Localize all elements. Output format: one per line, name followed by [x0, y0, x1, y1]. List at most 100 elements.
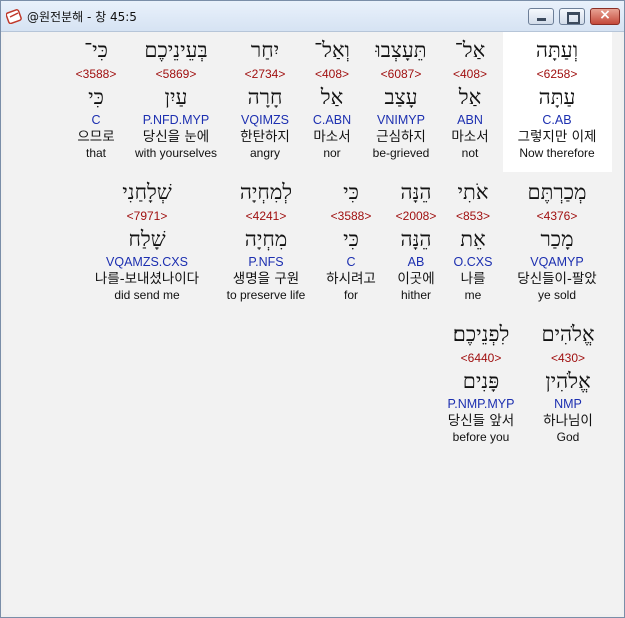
strong-number: <853>	[455, 209, 491, 223]
parsing-code: C.AB	[542, 113, 572, 127]
english-gloss: not	[461, 146, 479, 160]
english-gloss: for	[343, 288, 358, 302]
english-gloss: that	[85, 146, 106, 160]
bible-app-icon	[6, 9, 22, 24]
strong-number: <3588>	[330, 209, 372, 223]
parsing-code: VQAMZS.CXS	[106, 255, 188, 269]
word-column[interactable]: יִחַר <2734> חָרָה VQIMZS 한탄하지 angry	[234, 37, 296, 161]
parsing-code: P.NFS	[248, 255, 284, 269]
english-gloss: angry	[249, 146, 281, 160]
strong-number: <6258>	[536, 67, 578, 81]
english-gloss: with yourselves	[134, 146, 218, 160]
english-gloss: hither	[400, 288, 432, 302]
korean-gloss: 당신들이-팔았	[517, 271, 597, 287]
korean-gloss: 당신들 앞서	[447, 413, 515, 429]
close-button[interactable]: ×	[590, 7, 620, 25]
strong-number: <408>	[314, 67, 350, 81]
word-column[interactable]: לִפְנֵיכֶם׃ <6440> פָּנִים P.NMP.MYP 당신들…	[436, 321, 526, 445]
maximize-icon	[567, 12, 580, 24]
english-gloss: Now therefore	[519, 146, 595, 160]
korean-gloss: 으므로	[77, 129, 115, 145]
parsing-code: AB	[407, 255, 425, 269]
word-column[interactable]: אַל־ <408> אַל ABN 마소서 not	[445, 37, 495, 161]
strong-number: <4241>	[245, 209, 287, 223]
strong-number: <5869>	[155, 67, 197, 81]
korean-gloss: 하시려고	[326, 271, 376, 287]
hebrew-word: אַל־	[454, 38, 486, 62]
lexical-form: אֱלֹהִין	[545, 369, 591, 393]
korean-gloss: 그렇지만 이제	[517, 129, 597, 145]
parsing-code: NMP	[554, 397, 582, 411]
word-column[interactable]: כִּי־ <3588> כִּי C 으므로 that	[68, 37, 124, 161]
korean-gloss: 마소서	[313, 129, 351, 145]
korean-gloss: 하나님이	[543, 413, 593, 429]
app-window: @원전분해 - 창 45:5 × וְעַתָּה <6258> עַתָּה …	[0, 0, 625, 618]
word-column[interactable]: שְׁלָחַנִי <7971> שָׁלַח VQAMZS.CXS 나를-보…	[80, 179, 214, 303]
hebrew-word: לִפְנֵיכֶם׃	[452, 322, 510, 346]
minimize-icon	[537, 18, 546, 21]
parsing-code: C	[346, 255, 356, 269]
english-gloss: be-grieved	[372, 146, 430, 160]
word-column[interactable]: מְכַרְתֶּם <4376> מָכַר VQAMYP 당신들이-팔았 y…	[509, 179, 605, 303]
korean-gloss: 당신을 눈에	[142, 129, 210, 145]
hebrew-word: מְכַרְתֶּם	[527, 180, 587, 204]
strong-number: <6087>	[380, 67, 422, 81]
english-gloss: before you	[452, 430, 510, 444]
word-column[interactable]: כִּי <3588> כִּי C 하시려고 for	[318, 179, 384, 303]
korean-gloss: 생명을 구원	[232, 271, 300, 287]
lexical-form: אַל	[458, 85, 482, 109]
strong-number: <2008>	[395, 209, 437, 223]
hebrew-word: כִּי־	[84, 38, 108, 62]
korean-gloss: 나를	[460, 271, 486, 287]
korean-gloss: 마소서	[451, 129, 489, 145]
title-bar[interactable]: @원전분해 - 창 45:5 ×	[1, 1, 624, 32]
strong-number: <7971>	[126, 209, 168, 223]
korean-gloss: 이곳에	[397, 271, 435, 287]
lexical-form: עַיִן	[164, 85, 188, 109]
hebrew-word: כִּי	[343, 180, 359, 204]
window-title: @원전분해 - 창 45:5	[27, 10, 137, 24]
parsing-code: C.ABN	[312, 113, 352, 127]
hebrew-word: אֱלֹהִים	[541, 322, 595, 346]
english-gloss: God	[556, 430, 580, 444]
word-column[interactable]: אֹתִי <853> אֵת O.CXS 나를 me	[450, 179, 496, 303]
lexical-form: כִּי	[88, 85, 104, 109]
interlinear-panel: וְעַתָּה <6258> עַתָּה C.AB 그렇지만 이제 Now …	[4, 32, 621, 614]
english-gloss: ye sold	[537, 288, 577, 302]
word-column[interactable]: בְּעֵינֵיכֶם <5869> עַיִן P.NFD.MYP 당신을 …	[130, 37, 222, 161]
parsing-code: VNIMYP	[377, 113, 425, 127]
minimize-button[interactable]	[528, 8, 554, 25]
lexical-form: כִּי	[343, 227, 359, 251]
hebrew-word: לְמִחְיָה	[239, 180, 293, 204]
lexical-form: מִחְיָה	[244, 227, 288, 251]
hebrew-word: תֵּעָצְבוּ	[375, 38, 427, 62]
lexical-form: עַתָּה	[538, 85, 576, 109]
parsing-code: O.CXS	[453, 255, 493, 269]
lexical-form: מָכַר	[540, 227, 574, 251]
word-column[interactable]: אֱלֹהִים <430> אֱלֹהִין NMP 하나님이 God	[532, 321, 604, 445]
strong-number: <2734>	[244, 67, 286, 81]
hebrew-word: הֵנָּה	[400, 180, 432, 204]
word-column[interactable]: וְאַל־ <408> אַל C.ABN 마소서 nor	[306, 37, 358, 161]
word-column[interactable]: וְעַתָּה <6258> עַתָּה C.AB 그렇지만 이제 Now …	[509, 37, 605, 161]
word-column[interactable]: לְמִחְיָה <4241> מִחְיָה P.NFS 생명을 구원 to…	[218, 179, 314, 303]
lexical-form: פָּנִים	[462, 369, 500, 393]
hebrew-word: שְׁלָחַנִי	[122, 180, 172, 204]
english-gloss: to preserve life	[226, 288, 306, 302]
word-column[interactable]: תֵּעָצְבוּ <6087> עָצַב VNIMYP 근심하지 be-g…	[368, 37, 434, 161]
parsing-code: VQIMZS	[241, 113, 289, 127]
parsing-code: ABN	[457, 113, 483, 127]
strong-number: <3588>	[75, 67, 117, 81]
word-column[interactable]: הֵנָּה <2008> הֵנָּה AB 이곳에 hither	[390, 179, 442, 303]
maximize-button[interactable]	[559, 8, 585, 25]
lexical-form: שָׁלַח	[128, 227, 166, 251]
parsing-code: P.NFD.MYP	[142, 113, 210, 127]
hebrew-word: וְאַל־	[314, 38, 350, 62]
lexical-form: עָצַב	[384, 85, 418, 109]
korean-gloss: 나를-보내셨나이다	[94, 271, 200, 287]
english-gloss: nor	[323, 146, 341, 160]
hebrew-word: אֹתִי	[457, 180, 489, 204]
hebrew-word: וְעַתָּה	[535, 38, 579, 62]
english-gloss: did send me	[114, 288, 180, 302]
strong-number: <6440>	[460, 351, 502, 365]
